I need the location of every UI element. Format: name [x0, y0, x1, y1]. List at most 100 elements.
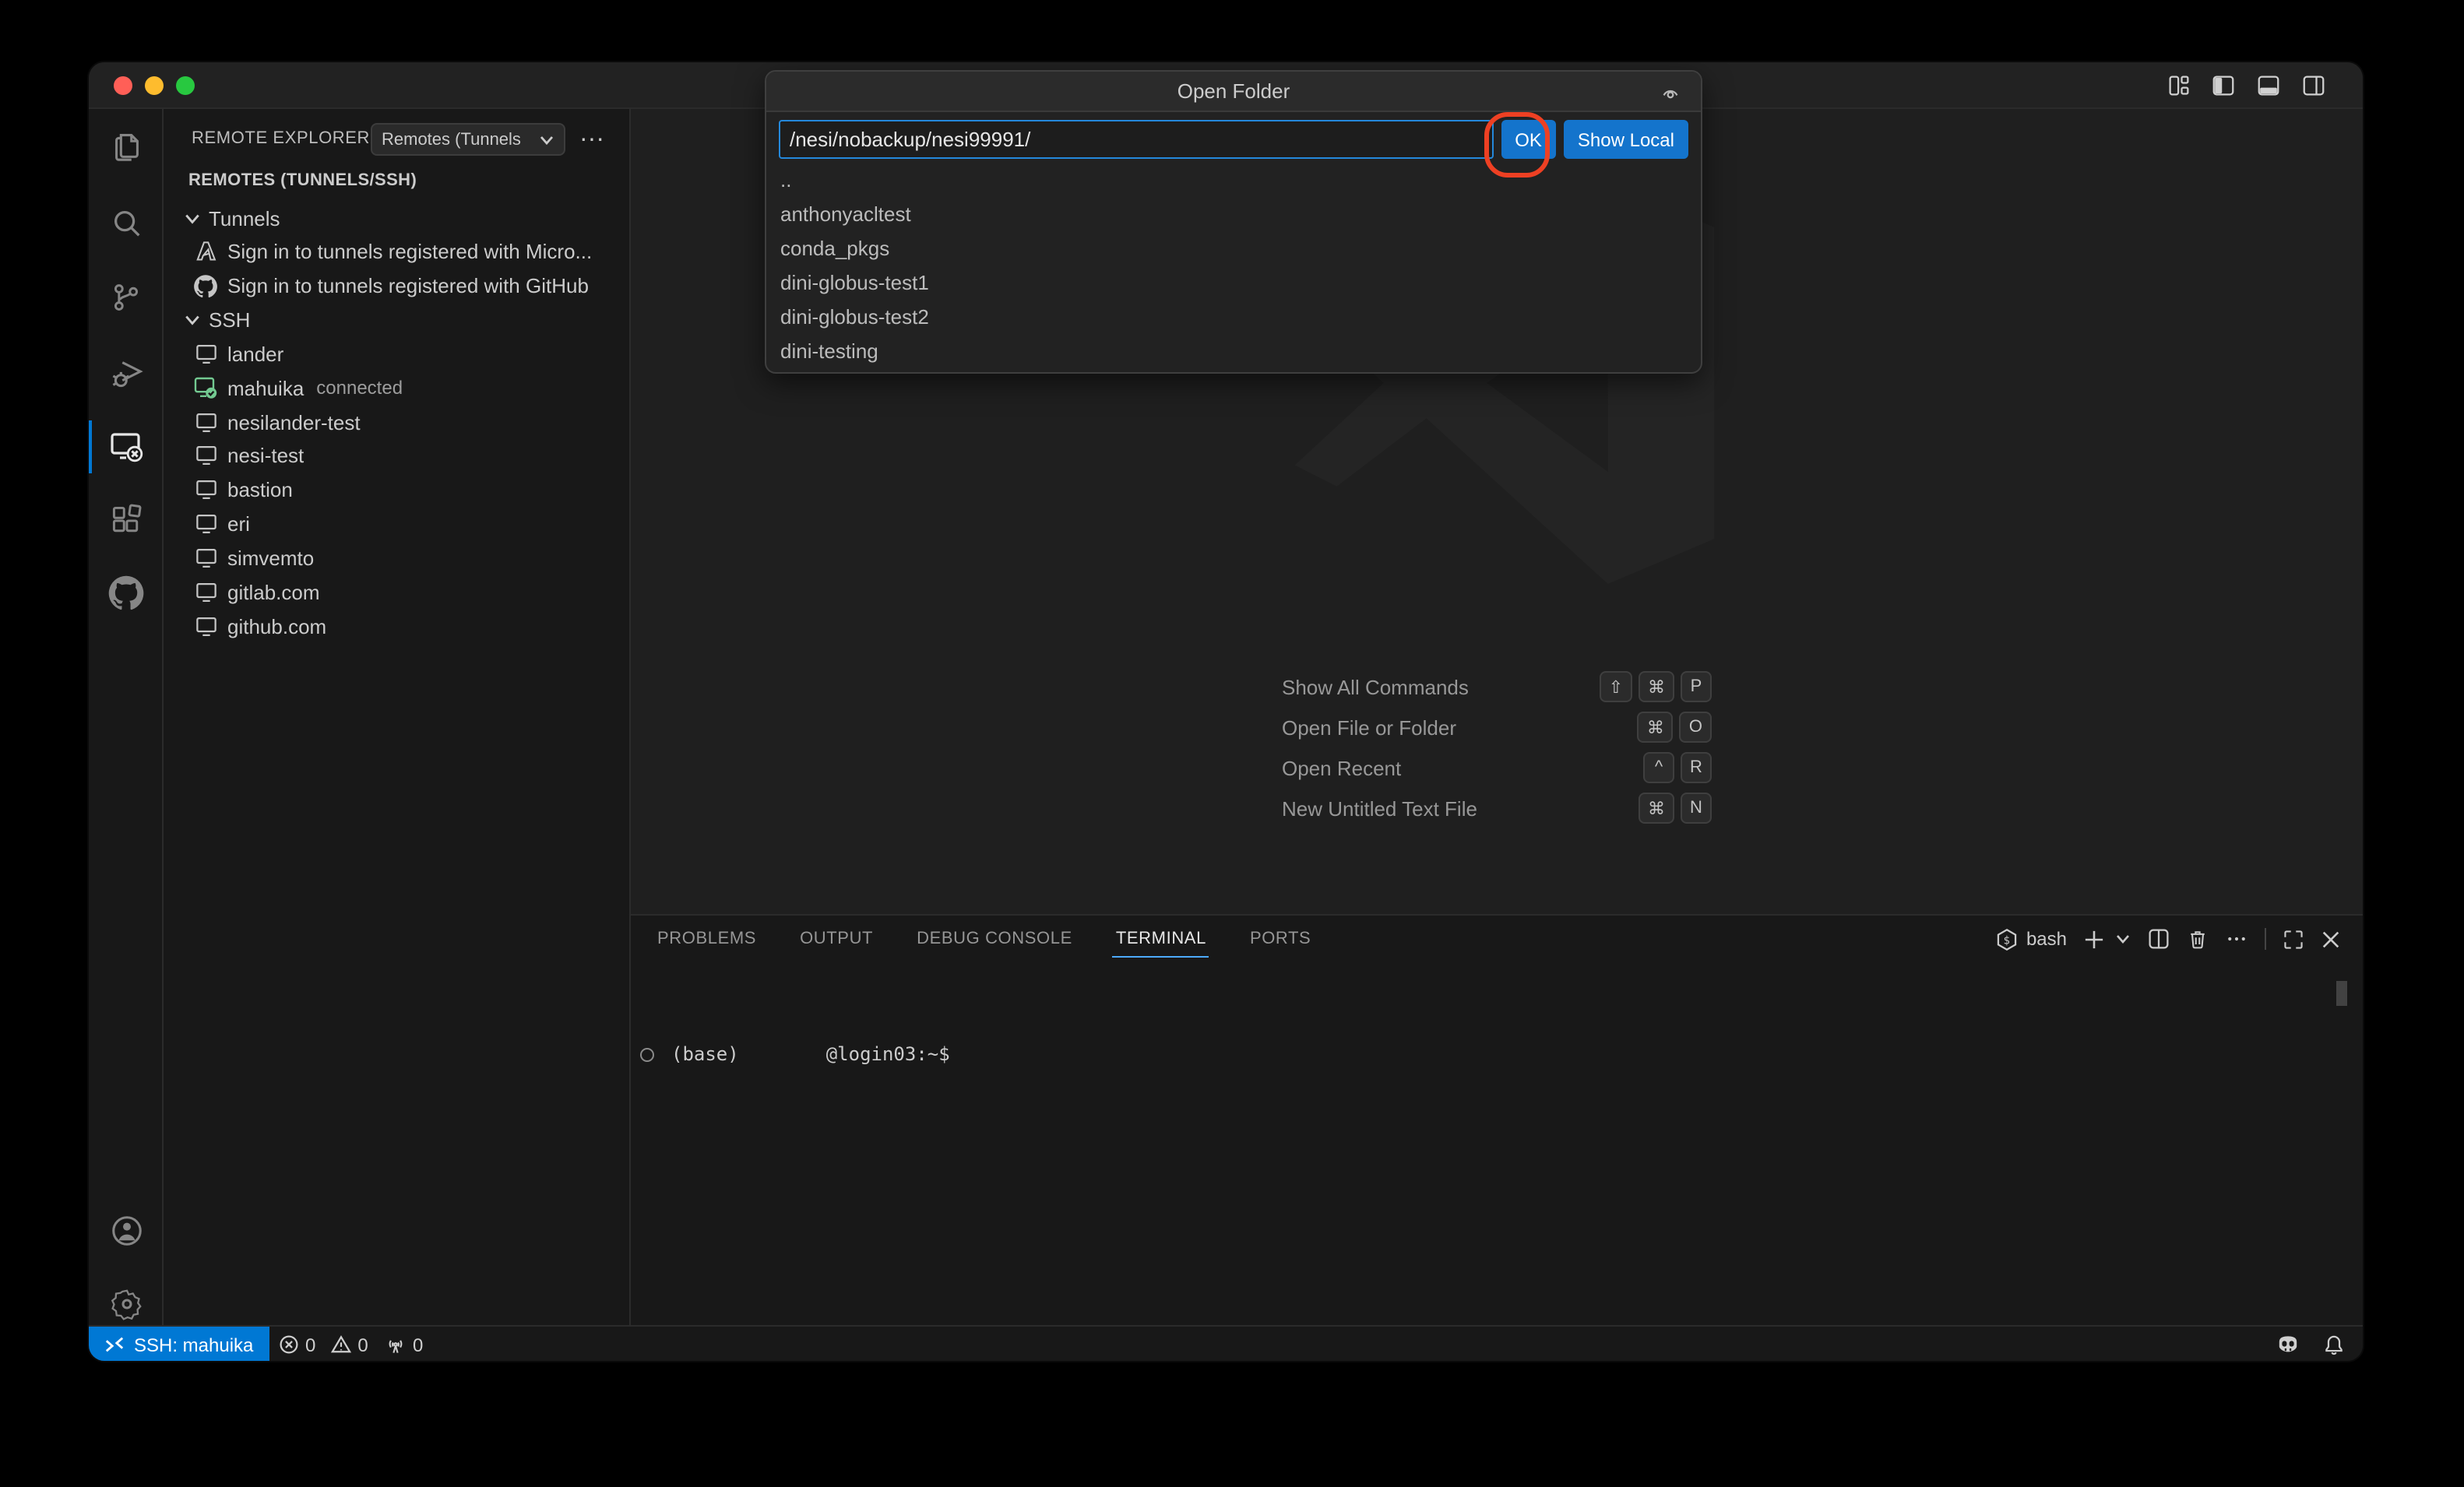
tree-group-ssh[interactable]: SSH [164, 303, 629, 337]
keybinding-label: Open File or Folder [1282, 715, 1638, 739]
open-folder-dialog: Open Folder OK Show Local ..anthonyaclte… [765, 70, 1702, 374]
bottom-panel: PROBLEMS OUTPUT DEBUG CONSOLE TERMINAL PORTS… [631, 914, 2363, 1325]
vscode-window: REMOTE EXPLORER Remotes (Tunnels ··· REM… [89, 62, 2363, 1361]
panel-tab-problems[interactable]: PROBLEMS [654, 920, 759, 958]
copilot-icon[interactable] [2276, 1334, 2300, 1355]
explorer-icon[interactable] [89, 114, 164, 176]
split-terminal-icon[interactable] [2148, 928, 2170, 950]
remote-status-label: SSH: mahuika [134, 1334, 253, 1355]
accounts-icon[interactable] [89, 1199, 164, 1261]
toggle-primary-sidebar-icon[interactable] [2212, 75, 2235, 97]
vm-icon [193, 546, 218, 571]
keybinding-label: Open Recent [1282, 756, 1643, 779]
keybinding-row: Open File or Folder⌘O [1282, 707, 1712, 747]
terminal-decoration-icon [640, 1047, 654, 1061]
ok-button[interactable]: OK [1501, 120, 1556, 159]
minimize-window-button[interactable] [145, 76, 164, 95]
key-chip: O [1680, 712, 1712, 743]
problems-status[interactable]: 0 0 [279, 1327, 368, 1361]
extensions-icon[interactable] [89, 489, 164, 551]
folder-suggestion-item[interactable]: dini-globus-test2 [766, 299, 1701, 333]
tree-item-label: gitlab.com [227, 581, 320, 604]
toggle-panel-icon[interactable] [2257, 75, 2280, 97]
github-activity-icon[interactable] [89, 562, 164, 624]
keybinding-label: Show All Commands [1282, 675, 1600, 698]
warning-icon [329, 1334, 351, 1355]
terminal-prompt-line[interactable]: (base) @login03:~$ [640, 1043, 950, 1065]
remote-explorer-icon[interactable] [89, 416, 164, 478]
close-window-button[interactable] [114, 76, 132, 95]
tree-item-gitlab-com[interactable]: gitlab.com [164, 575, 629, 610]
sidebar-title: REMOTE EXPLORER [192, 129, 370, 148]
tree-item-label: nesi-test [227, 445, 304, 468]
key-chip: R [1681, 752, 1712, 783]
tree-item-nesilander-test[interactable]: nesilander-test [164, 405, 629, 439]
bell-icon[interactable] [2324, 1334, 2344, 1355]
tree-item-github-com[interactable]: github.com [164, 609, 629, 643]
launch-profile-chevron-icon[interactable] [2115, 931, 2131, 947]
keybinding-watermark: Show All Commands⇧⌘POpen File or Folder⌘… [1282, 666, 1712, 828]
remote-type-dropdown-value: Remotes (Tunnels [382, 130, 539, 149]
error-icon [279, 1334, 299, 1355]
vm-icon [193, 580, 218, 605]
folder-suggestion-item[interactable]: dini-globus-test1 [766, 265, 1701, 299]
folder-path-input[interactable] [779, 120, 1493, 159]
remote-status-indicator[interactable]: SSH: mahuika [89, 1327, 269, 1361]
vm-connected-icon [193, 376, 218, 401]
run-debug-icon[interactable] [89, 343, 164, 405]
tree-item-eri[interactable]: eri [164, 507, 629, 541]
zoom-window-button[interactable] [176, 76, 195, 95]
tree-item-sign-in-to-tunnels-registered-with-github[interactable]: Sign in to tunnels registered with GitHu… [164, 269, 629, 303]
tree-item-bastion[interactable]: bastion [164, 473, 629, 508]
sidebar-remote-explorer: REMOTE EXPLORER Remotes (Tunnels ··· REM… [164, 109, 631, 1325]
tree-item-label: eri [227, 512, 250, 536]
kill-terminal-icon[interactable] [2187, 928, 2209, 950]
terminal-host-prompt: @login03:~$ [826, 1043, 950, 1065]
remote-type-dropdown[interactable]: Remotes (Tunnels [371, 123, 565, 156]
eye-icon[interactable] [1659, 81, 1682, 103]
tree-item-sign-in-to-tunnels-registered-with-micro-[interactable]: Sign in to tunnels registered with Micro… [164, 235, 629, 269]
tree-item-mahuika[interactable]: mahuikaconnected [164, 371, 629, 406]
close-panel-icon[interactable] [2321, 929, 2341, 949]
folder-suggestion-item[interactable]: anthonyacltest [766, 196, 1701, 230]
tree-item-lander[interactable]: lander [164, 337, 629, 371]
tree-group-tunnels[interactable]: Tunnels [164, 201, 629, 235]
tree-item-simvemto[interactable]: simvemto [164, 541, 629, 575]
search-icon[interactable] [89, 192, 164, 254]
tree-item-label: github.com [227, 614, 326, 638]
show-local-button[interactable]: Show Local [1564, 120, 1688, 159]
dialog-title: Open Folder [766, 72, 1701, 112]
tree-item-label: bastion [227, 479, 293, 502]
chevron-down-icon [184, 311, 201, 329]
panel-tab-terminal[interactable]: TERMINAL [1113, 920, 1209, 958]
ports-status[interactable]: 0 [385, 1327, 423, 1361]
folder-suggestion-item[interactable]: dini-testing [766, 333, 1701, 367]
folder-suggestion-list: ..anthonyacltestconda_pkgsdini-globus-te… [766, 162, 1701, 367]
svg-text:$: $ [2003, 934, 2009, 947]
more-actions-icon[interactable]: ··· [579, 126, 604, 154]
more-actions-icon[interactable] [2226, 928, 2248, 950]
tree-item-label: SSH [209, 308, 250, 332]
new-terminal-icon[interactable] [2084, 929, 2104, 949]
vm-icon [193, 478, 218, 503]
source-control-icon[interactable] [89, 266, 164, 329]
chevron-down-icon [184, 209, 201, 227]
terminal-scrollbar-thumb[interactable] [2336, 981, 2347, 1006]
tree-item-label: Sign in to tunnels registered with Micro… [227, 241, 592, 264]
bash-terminal-icon: $ [1995, 927, 2019, 951]
customize-layout-icon[interactable] [2168, 75, 2190, 97]
panel-tab-ports[interactable]: PORTS [1247, 920, 1314, 958]
radio-tower-icon [385, 1334, 407, 1355]
key-chip: ⌘ [1639, 671, 1674, 702]
panel-tabs: PROBLEMS OUTPUT DEBUG CONSOLE TERMINAL PORTS [654, 916, 1314, 962]
panel-tab-output[interactable]: OUTPUT [797, 920, 876, 958]
panel-tab-debug-console[interactable]: DEBUG CONSOLE [913, 920, 1075, 958]
folder-suggestion-item[interactable]: .. [766, 162, 1701, 196]
toggle-secondary-sidebar-icon[interactable] [2302, 75, 2325, 97]
tree-section-header[interactable]: REMOTES (TUNNELS/SSH) [188, 171, 417, 190]
terminal-shell-chip[interactable]: $ bash [1995, 927, 2067, 951]
tree-item-nesi-test[interactable]: nesi-test [164, 439, 629, 473]
folder-suggestion-item[interactable]: conda_pkgs [766, 230, 1701, 265]
key-chip: P [1681, 671, 1712, 702]
maximize-panel-icon[interactable] [2283, 929, 2304, 949]
